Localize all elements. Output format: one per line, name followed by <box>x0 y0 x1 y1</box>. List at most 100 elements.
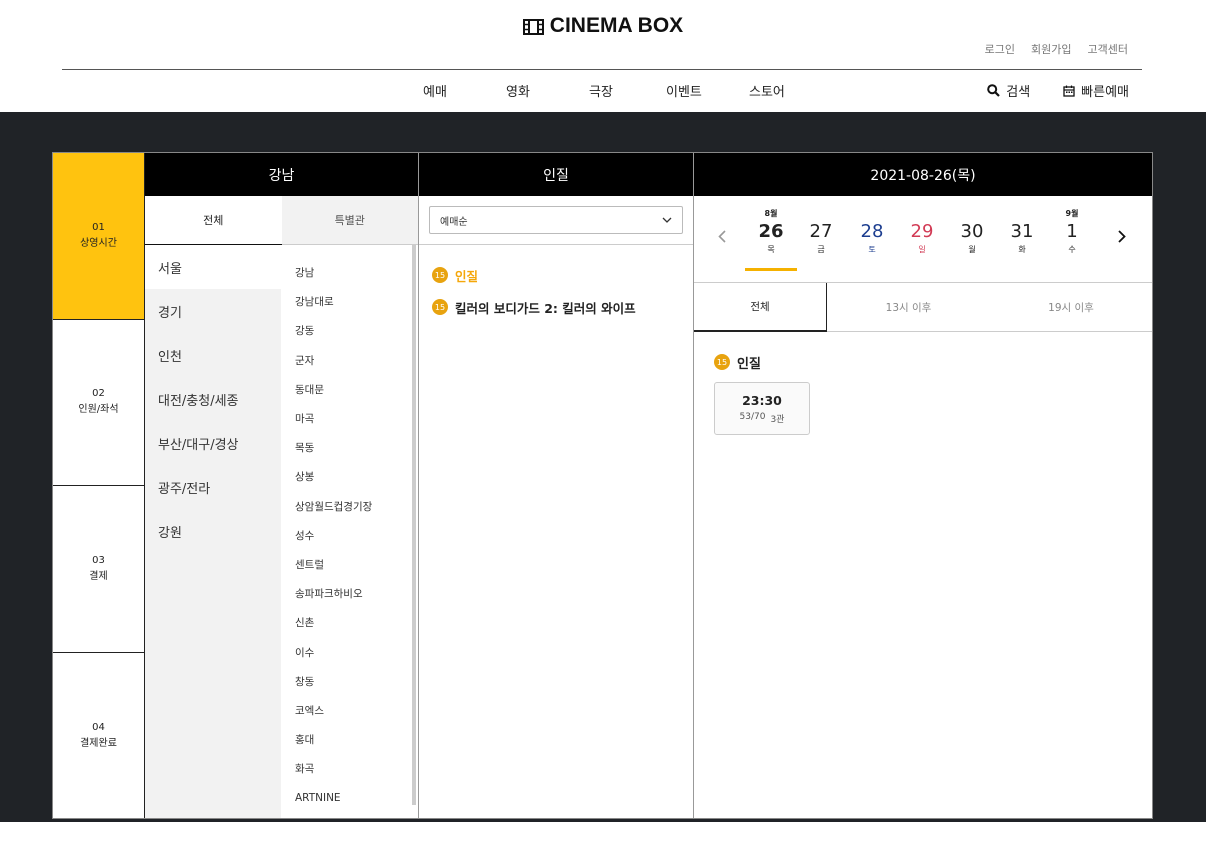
movie-title: 킬러의 보디가드 2: 킬러의 와이프 <box>455 300 636 316</box>
main-nav: 예매 영화 극장 이벤트 스토어 검색 빠른예매 <box>0 81 1206 101</box>
nav-movies[interactable]: 영화 <box>506 81 530 100</box>
step-label: 상영시간 <box>80 237 117 249</box>
branch-item[interactable]: 화곡 <box>295 754 413 783</box>
booking-frame: 01 상영시간 02 인원/좌석 03 결제 04 결제완료 강남 전체 특별관 <box>52 152 1153 819</box>
tab-after-13[interactable]: 13시 이후 <box>827 283 990 331</box>
region-item[interactable]: 인천 <box>145 333 281 377</box>
date-month: 9월 <box>1065 209 1079 218</box>
step-showtime[interactable]: 01 상영시간 <box>53 153 144 320</box>
nav-booking[interactable]: 예매 <box>423 81 447 100</box>
step-payment[interactable]: 03 결제 <box>53 486 144 653</box>
branch-item[interactable]: 홍대 <box>295 725 413 754</box>
age-rating-badge: 15 <box>714 354 730 370</box>
sort-value: 예매순 <box>440 216 468 228</box>
branch-item[interactable]: 창동 <box>295 667 413 696</box>
region-item[interactable]: 강원 <box>145 509 281 553</box>
step-number: 03 <box>92 554 105 566</box>
login-link[interactable]: 로그인 <box>985 41 1015 57</box>
nav-theaters[interactable]: 극장 <box>589 81 613 100</box>
calendar-icon <box>1063 85 1075 97</box>
date-weekday: 일 <box>918 245 926 254</box>
date-item[interactable]: 28 토 <box>847 208 897 255</box>
chevron-down-icon <box>662 217 672 223</box>
branch-item[interactable]: 강남 <box>295 258 413 287</box>
date-item[interactable]: 9월 1 수 <box>1047 208 1097 255</box>
movie-item[interactable]: 15 킬러의 보디가드 2: 킬러의 와이프 <box>432 291 693 323</box>
showtime-meta: 53/70 3관 <box>715 412 809 425</box>
next-date-button[interactable] <box>1118 228 1126 247</box>
date-item[interactable]: 31 화 <box>997 208 1047 255</box>
date-column: 2021-08-26(목) 8월 26 목 27 금 28 토 29 일 30 … <box>694 153 1152 818</box>
movie-column: 인질 예매순 15 인질 15 킬러의 보디가드 2: 킬러의 와이프 <box>419 153 694 818</box>
region-item[interactable]: 대전/충청/세종 <box>145 377 281 421</box>
theater-column: 강남 전체 특별관 서울 경기 인천 대전/충청/세종 부산/대구/경상 광주/… <box>145 153 419 818</box>
date-item[interactable]: 27 금 <box>796 208 846 255</box>
sort-bar: 예매순 <box>419 196 693 245</box>
theater-header: 강남 <box>145 153 418 196</box>
branch-scrollbar[interactable] <box>412 245 416 805</box>
branch-item[interactable]: 센트럴 <box>295 550 413 579</box>
tab-after-19[interactable]: 19시 이후 <box>990 283 1152 331</box>
schedule-list: 15 인질 23:30 53/70 3관 <box>714 351 810 435</box>
date-item[interactable]: 30 월 <box>947 208 997 255</box>
signup-link[interactable]: 회원가입 <box>1031 41 1071 57</box>
theater-list: 서울 경기 인천 대전/충청/세종 부산/대구/경상 광주/전라 강원 강남 강… <box>145 245 418 818</box>
date-number: 31 <box>1010 221 1034 242</box>
schedule-title-text: 인질 <box>737 356 761 372</box>
tab-all-theaters[interactable]: 전체 <box>145 196 282 245</box>
step-number: 02 <box>92 388 105 400</box>
customer-center-link[interactable]: 고객센터 <box>1088 41 1128 57</box>
date-month <box>997 208 1047 220</box>
search-label: 검색 <box>1006 85 1031 100</box>
schedule-movie-title: 15 인질 <box>714 351 810 373</box>
time-filter-tabs: 전체 13시 이후 19시 이후 <box>694 283 1152 332</box>
step-complete[interactable]: 04 결제완료 <box>53 653 144 820</box>
age-rating-badge: 15 <box>432 267 448 283</box>
showtime-hall: 3관 <box>770 415 785 425</box>
theater-tabs: 전체 특별관 <box>145 196 418 245</box>
date-weekday: 화 <box>1018 245 1026 254</box>
date-item[interactable]: 29 일 <box>897 208 947 255</box>
logo[interactable]: CINEMA BOX <box>0 14 1206 38</box>
region-item[interactable]: 광주/전라 <box>145 465 281 509</box>
branch-item[interactable]: ARTNINE <box>295 783 413 812</box>
branch-item[interactable]: 성수 <box>295 521 413 550</box>
branch-item[interactable]: 강남대로 <box>295 287 413 316</box>
branch-item[interactable]: 송파파크하비오 <box>295 579 413 608</box>
branch-item[interactable]: 상봉 <box>295 462 413 491</box>
sort-select[interactable]: 예매순 <box>429 206 683 234</box>
branch-item[interactable]: 목동 <box>295 433 413 462</box>
branch-item[interactable]: 코엑스 <box>295 696 413 725</box>
branch-item[interactable]: 군자 <box>295 346 413 375</box>
date-item[interactable]: 8월 26 목 <box>746 208 796 255</box>
date-header: 2021-08-26(목) <box>694 153 1152 196</box>
date-weekday: 토 <box>868 245 876 254</box>
header-divider <box>62 69 1142 70</box>
tab-special-theaters[interactable]: 특별관 <box>281 196 418 245</box>
date-number: 27 <box>809 221 833 242</box>
branch-item[interactable]: 상암월드컵경기장 <box>295 492 413 521</box>
nav-store[interactable]: 스토어 <box>749 81 785 100</box>
logo-text: CINEMA BOX <box>549 14 684 37</box>
nav-events[interactable]: 이벤트 <box>666 81 702 100</box>
region-item[interactable]: 경기 <box>145 289 281 333</box>
showtime-button[interactable]: 23:30 53/70 3관 <box>714 382 810 435</box>
movie-title: 인질 <box>455 268 479 284</box>
region-item[interactable]: 서울 <box>145 245 281 289</box>
movie-item[interactable]: 15 인질 <box>432 259 693 291</box>
region-item[interactable]: 부산/대구/경상 <box>145 421 281 465</box>
step-seats[interactable]: 02 인원/좌석 <box>53 320 144 486</box>
search-button[interactable]: 검색 <box>987 81 1030 100</box>
branch-item[interactable]: 마곡 <box>295 404 413 433</box>
selected-date-indicator <box>745 268 797 271</box>
branch-item[interactable]: 이수 <box>295 637 413 666</box>
tab-all-times[interactable]: 전체 <box>694 283 827 332</box>
booking-area: 01 상영시간 02 인원/좌석 03 결제 04 결제완료 강남 전체 특별관 <box>0 112 1206 822</box>
branch-item[interactable]: 신촌 <box>295 608 413 637</box>
quick-booking-button[interactable]: 빠른예매 <box>1063 81 1129 100</box>
branch-item[interactable]: 강동 <box>295 316 413 345</box>
date-number: 28 <box>860 221 884 242</box>
prev-date-button[interactable] <box>718 228 726 247</box>
branch-item[interactable]: 동대문 <box>295 375 413 404</box>
film-icon <box>522 19 544 35</box>
